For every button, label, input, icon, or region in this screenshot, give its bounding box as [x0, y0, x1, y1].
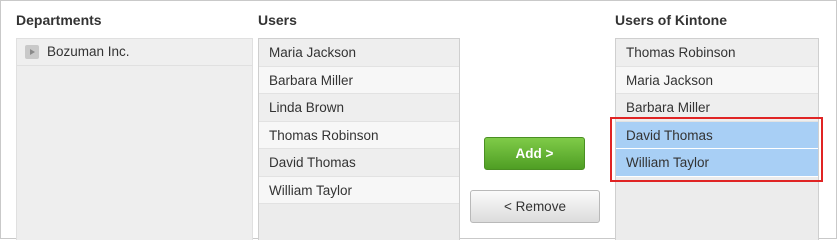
users-title: Users [258, 12, 297, 28]
kintone-users-title: Users of Kintone [615, 12, 728, 28]
departments-tree: Bozuman Inc. [16, 38, 253, 240]
users-list: Maria Jackson Barbara Miller Linda Brown… [258, 38, 460, 240]
department-label: Bozuman Inc. [47, 44, 130, 59]
add-button[interactable]: Add > [484, 137, 585, 170]
selection-highlight-box [610, 117, 823, 182]
user-list-item[interactable]: William Taylor [259, 176, 459, 204]
remove-button[interactable]: < Remove [470, 190, 600, 223]
user-list-item[interactable]: Thomas Robinson [259, 121, 459, 149]
department-item-bozuman[interactable]: Bozuman Inc. [17, 39, 252, 66]
user-list-item[interactable]: Linda Brown [259, 94, 459, 122]
expand-arrow-icon[interactable] [25, 45, 39, 59]
user-list-item[interactable]: Barbara Miller [259, 66, 459, 94]
kintone-user-item[interactable]: Maria Jackson [616, 66, 818, 94]
user-list-item[interactable]: Maria Jackson [259, 39, 459, 67]
kintone-user-item[interactable]: Thomas Robinson [616, 39, 818, 67]
departments-title: Departments [16, 12, 102, 28]
user-list-item[interactable]: David Thomas [259, 149, 459, 177]
